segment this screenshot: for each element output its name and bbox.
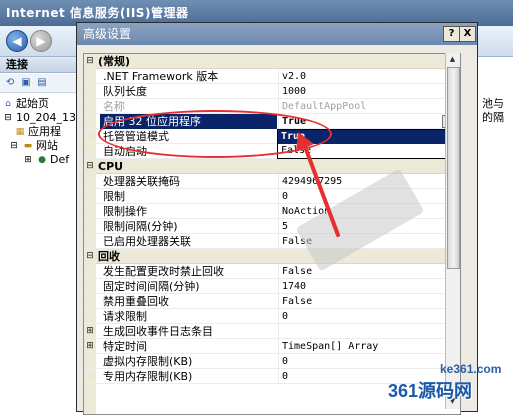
arrow-left-icon: ◀ — [12, 34, 22, 48]
folder-icon[interactable]: ▤ — [36, 77, 48, 89]
close-button[interactable]: X — [459, 26, 476, 42]
connect-icon[interactable]: ⟲ — [4, 77, 16, 89]
features-pane-edge: 池与 的隔 — [477, 57, 513, 407]
watermark-logo: 361源码网 — [388, 381, 473, 401]
expand-icon[interactable]: ⊟ — [8, 141, 20, 152]
property-name: 已启用处理器关联 — [103, 235, 191, 248]
property-name: CPU — [98, 160, 124, 173]
property-name: (常规) — [98, 55, 131, 68]
property-row[interactable]: ⊞ 特定时间 TimeSpan[] Array — [84, 339, 460, 354]
expand-icon[interactable]: ⊞ — [84, 324, 96, 339]
category-row[interactable]: ⊟ (常规) — [84, 54, 460, 69]
property-row[interactable]: 发生配置更改时禁止回收 False — [84, 264, 460, 279]
property-grid-scrollbar[interactable]: ▲ ▼ — [445, 53, 460, 409]
scroll-up-icon[interactable]: ▲ — [447, 53, 458, 65]
property-name: .NET Framework 版本 — [103, 70, 219, 83]
globe-icon: ● — [38, 154, 46, 165]
property-value: DefaultAppPool — [278, 99, 458, 114]
property-row[interactable]: 请求限制 0 — [84, 309, 460, 324]
connections-toolbar: ⟲ ▣ ▤ — [0, 74, 78, 93]
property-value — [278, 324, 458, 339]
property-name: 固定时间间隔(分钟) — [103, 280, 200, 293]
property-value: 1000 — [278, 84, 458, 99]
property-value: False — [278, 294, 458, 309]
save-icon[interactable]: ▣ — [20, 77, 32, 89]
collapse-icon[interactable]: ⊟ — [84, 54, 96, 69]
property-name: 限制间隔(分钟) — [103, 220, 178, 233]
property-value: 1740 — [278, 279, 458, 294]
property-row[interactable]: 禁用重叠回收 False — [84, 294, 460, 309]
annotation-arrow — [296, 132, 340, 237]
property-name: 限制操作 — [103, 205, 147, 218]
property-name: 禁用重叠回收 — [103, 295, 169, 308]
tree-item-server[interactable]: ⊟ 10_204_132 — [2, 111, 83, 125]
scrollbar-thumb[interactable] — [447, 67, 460, 269]
collapse-icon[interactable]: ⊟ — [84, 249, 96, 264]
property-name: 请求限制 — [103, 310, 147, 323]
help-button[interactable]: ? — [443, 26, 460, 42]
property-row[interactable]: ⊞ 生成回收事件日志条目 — [84, 324, 460, 339]
property-name: 限制 — [103, 190, 125, 203]
forward-button[interactable]: ▶ — [30, 30, 52, 52]
property-name: 回收 — [98, 250, 120, 263]
connections-header: 连接 — [0, 57, 78, 73]
property-value: v2.0 — [278, 69, 458, 84]
property-name: 专用内存限制(KB) — [103, 370, 193, 383]
property-name: 虚拟内存限制(KB) — [103, 355, 193, 368]
expand-icon[interactable]: ⊞ — [22, 155, 34, 166]
main-window-title: Internet 信息服务(IIS)管理器 — [6, 6, 189, 20]
watermark-url: ke361.com — [440, 362, 502, 376]
property-name: 特定时间 — [103, 340, 147, 353]
tree-item-default-site[interactable]: ⊞ ● Def — [22, 153, 69, 167]
expand-icon[interactable]: ⊟ — [2, 113, 14, 124]
home-icon: ⌂ — [5, 98, 11, 109]
advanced-settings-dialog: 高级设置 ? X ⊟ (常规) .NET Framework 版本 v2.0 队列长度 1… — [76, 22, 478, 415]
connections-tree: ⌂ 起始页 ⊟ 10_204_132 ▦ 应用程 ⊟ ▬ 网站 ⊞ ● Def — [0, 93, 83, 407]
property-row[interactable]: 名称 DefaultAppPool — [84, 99, 460, 114]
property-name: 发生配置更改时禁止回收 — [103, 265, 224, 278]
expand-icon[interactable]: ⊞ — [84, 339, 96, 354]
tree-item-app-pools[interactable]: ▦ 应用程 — [14, 125, 61, 139]
property-name: 生成回收事件日志条目 — [103, 325, 213, 338]
property-row[interactable]: 虚拟内存限制(KB) 0 — [84, 354, 460, 369]
back-button[interactable]: ◀ — [6, 30, 28, 52]
collapse-icon[interactable]: ⊟ — [84, 159, 96, 174]
tree-item-start-page[interactable]: ⌂ 起始页 — [2, 97, 49, 111]
app-pool-icon: ▦ — [15, 126, 25, 137]
property-row[interactable]: 固定时间间隔(分钟) 1740 — [84, 279, 460, 294]
property-row[interactable]: 已启用处理器关联 False — [84, 234, 460, 249]
property-name: 处理器关联掩码 — [103, 175, 180, 188]
property-grid: ⊟ (常规) .NET Framework 版本 v2.0 队列长度 1000 名称 Defa… — [83, 53, 461, 415]
tree-item-sites[interactable]: ⊟ ▬ 网站 — [8, 139, 58, 153]
property-row[interactable]: .NET Framework 版本 v2.0 — [84, 69, 460, 84]
arrow-right-icon: ▶ — [36, 34, 46, 48]
property-name: 队列长度 — [103, 85, 147, 98]
category-row[interactable]: ⊟ CPU — [84, 159, 460, 174]
property-value: False — [278, 264, 458, 279]
property-row[interactable]: 队列长度 1000 — [84, 84, 460, 99]
dialog-title: 高级设置 — [83, 27, 132, 41]
connections-label: 连接 — [6, 58, 28, 71]
features-pane-text: 池与 的隔 — [482, 97, 504, 124]
folder-icon: ▬ — [23, 140, 33, 151]
property-value: 0 — [278, 309, 458, 324]
dialog-titlebar: 高级设置 ? X — [77, 23, 477, 45]
property-value: TimeSpan[] Array — [278, 339, 458, 354]
close-icon: X — [463, 28, 472, 39]
property-value: 0 — [278, 354, 458, 369]
category-row[interactable]: ⊟ 回收 — [84, 249, 460, 264]
